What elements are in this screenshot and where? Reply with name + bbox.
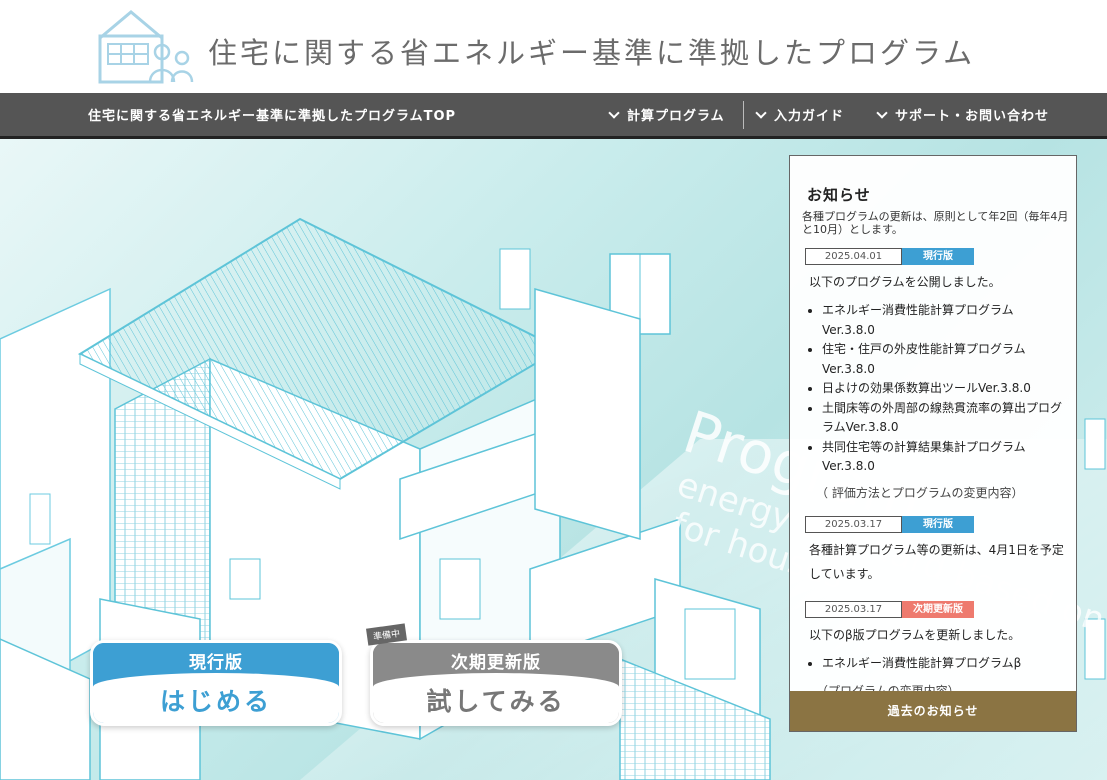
- list-item: 土間床等の外周部の線熱貫流率の算出プログラムVer.3.8.0: [822, 399, 1070, 438]
- house-logo-icon: [98, 10, 194, 84]
- nav-support-label: サポート・お問い合わせ: [895, 109, 1050, 124]
- news-title: お知らせ: [807, 186, 871, 204]
- list-item: 日よけの効果係数算出ツールVer.3.8.0: [822, 379, 1070, 399]
- chevron-down-icon: [608, 106, 620, 119]
- news-entry-list: エネルギー消費性能計算プログラムβ: [822, 654, 1070, 674]
- news-entry-text: 以下のプログラムを公開しました。: [809, 275, 1001, 289]
- news-scroll-area[interactable]: お知らせ 各種プログラムの更新は、原則として年2回（毎年4月と10月）とします。…: [790, 156, 1076, 692]
- nav-divider: [743, 101, 744, 129]
- news-entry-header: 2025.03.17 現行版: [805, 516, 974, 533]
- try-next-button[interactable]: 次期更新版 試してみる: [370, 640, 622, 726]
- list-item: エネルギー消費性能計算プログラム Ver.3.8.0: [822, 301, 1070, 340]
- nav-input-guide-label: 入力ガイド: [774, 109, 845, 124]
- news-entry-header: 2025.03.17 次期更新版: [805, 601, 974, 618]
- list-item: 住宅・住戸の外皮性能計算プログラム Ver.3.8.0: [822, 340, 1070, 379]
- news-panel: お知らせ 各種プログラムの更新は、原則として年2回（毎年4月と10月）とします。…: [789, 155, 1077, 732]
- list-item: エネルギー消費性能計算プログラムβ: [822, 654, 1070, 674]
- news-date: 2025.03.17: [805, 601, 902, 618]
- news-entry-list: エネルギー消費性能計算プログラム Ver.3.8.0 住宅・住戸の外皮性能計算プ…: [822, 301, 1070, 477]
- news-policy-text: 各種プログラムの更新は、原則として年2回（毎年4月と10月）とします。: [802, 210, 1069, 236]
- past-news-button[interactable]: 過去のお知らせ: [790, 691, 1076, 731]
- start-label: はじめる: [93, 673, 339, 723]
- try-label: 試してみる: [373, 673, 619, 723]
- status-badge: 現行版: [902, 516, 974, 533]
- chevron-down-icon: [755, 106, 767, 119]
- news-entry-text: 以下のβ版プログラムを更新しました。: [809, 628, 1021, 642]
- nav-calc-program[interactable]: 計算プログラム: [608, 105, 725, 124]
- main-navbar: 住宅に関する省エネルギー基準に準拠したプログラムTOP 計算プログラム 入力ガイ…: [0, 93, 1107, 139]
- list-item: 共同住宅等の計算結果集計プログラム Ver.3.8.0: [822, 438, 1070, 477]
- news-date: 2025.04.01: [805, 248, 902, 265]
- chevron-down-icon: [876, 106, 888, 119]
- nav-input-guide[interactable]: 入力ガイド: [755, 105, 845, 124]
- news-entry-text: 各種計算プログラム等の更新は、4月1日を予定しています。: [809, 543, 1064, 581]
- status-badge: 現行版: [902, 248, 974, 265]
- nav-top-link[interactable]: 住宅に関する省エネルギー基準に準拠したプログラムTOP: [88, 105, 456, 124]
- status-badge: 次期更新版: [902, 601, 974, 618]
- site-title: 住宅に関する省エネルギー基準に準拠したプログラム: [208, 36, 976, 70]
- news-date: 2025.03.17: [805, 516, 902, 533]
- change-details-link[interactable]: （ 評価方法とプログラムの変更内容）: [816, 484, 1023, 501]
- start-current-button[interactable]: 現行版 はじめる: [90, 640, 342, 726]
- site-header: 住宅に関する省エネルギー基準に準拠したプログラム: [0, 0, 1107, 93]
- news-entry-header: 2025.04.01 現行版: [805, 248, 974, 265]
- nav-support[interactable]: サポート・お問い合わせ: [876, 105, 1050, 124]
- nav-calc-program-label: 計算プログラム: [627, 109, 725, 124]
